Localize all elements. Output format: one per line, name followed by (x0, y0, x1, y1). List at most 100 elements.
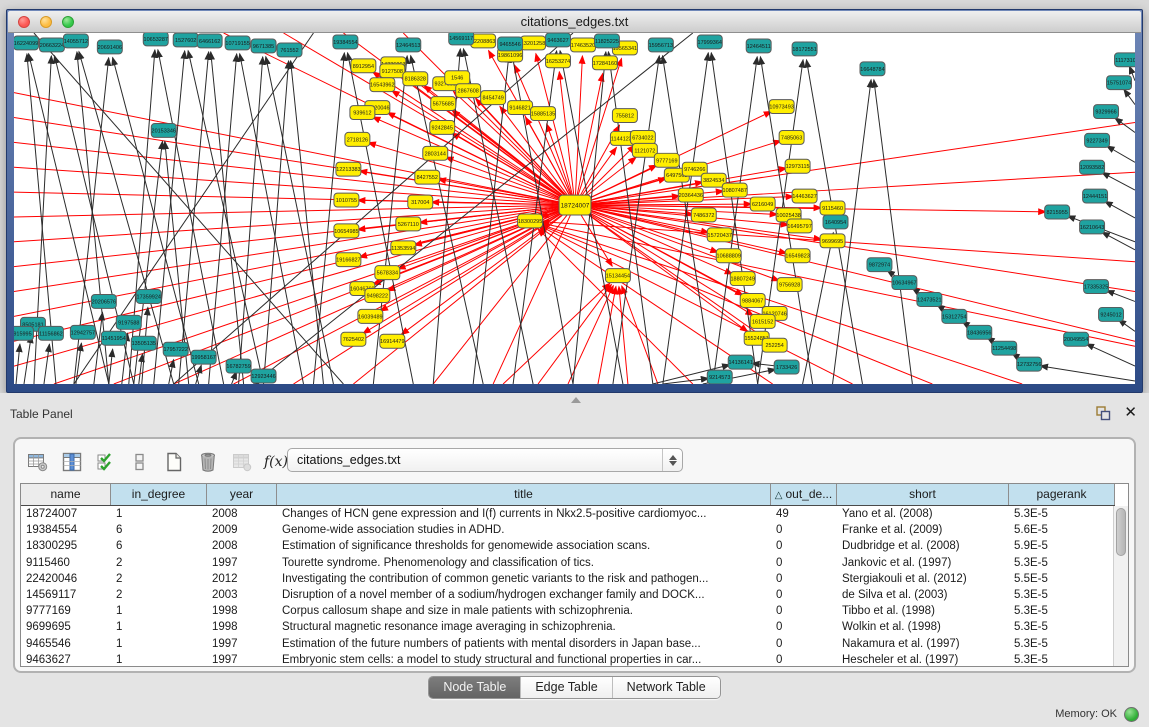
table-cell[interactable]: 0 (771, 619, 837, 635)
table-settings-icon[interactable] (25, 449, 51, 475)
graph-node[interactable]: 18807249 (730, 272, 755, 286)
graph-node[interactable]: 1733426 (774, 360, 799, 374)
graph-node[interactable]: 2803144 (423, 146, 448, 160)
table-cell[interactable]: 5.3E-5 (1009, 555, 1115, 571)
table-row[interactable]: 1872400712008Changes of HCN gene express… (21, 506, 1115, 522)
graph-node[interactable]: 20691406 (97, 40, 122, 54)
graph-node[interactable]: 18724007 (559, 195, 591, 215)
graph-edge[interactable] (503, 283, 610, 384)
table-cell[interactable]: 1997 (207, 652, 277, 667)
import-table-icon[interactable] (229, 449, 255, 475)
graph-node[interactable]: 12464513 (396, 38, 421, 52)
table-cell[interactable]: Yano et al. (2008) (837, 506, 1009, 522)
table-cell[interactable]: 19384554 (21, 522, 111, 538)
graph-node[interactable]: 11156862 (38, 326, 63, 340)
graph-node[interactable]: 1546 (445, 71, 470, 85)
graph-node[interactable]: 6734022 (630, 130, 655, 144)
memory-status-indicator[interactable] (1124, 707, 1139, 722)
table-row[interactable]: 1830029562008Estimation of significance … (21, 538, 1115, 554)
graph-node[interactable]: 14463627 (792, 189, 817, 203)
graph-node[interactable]: 13505135 (131, 336, 156, 350)
graph-node[interactable]: 2718126 (345, 132, 370, 146)
table-cell[interactable]: 9463627 (21, 652, 111, 667)
table-cell[interactable]: Stergiakouli et al. (2012) (837, 571, 1009, 587)
graph-node[interactable]: 17335325 (1084, 280, 1109, 294)
graph-node[interactable]: 7485063 (779, 130, 804, 144)
graph-edge[interactable] (359, 171, 575, 205)
table-cell[interactable]: 2008 (207, 506, 277, 522)
graph-node[interactable]: 12732756 (1017, 357, 1042, 371)
graph-edge[interactable] (1107, 146, 1135, 162)
graph-node[interactable]: 9756928 (777, 278, 802, 292)
graph-node[interactable]: 6216049 (750, 197, 775, 211)
table-cell[interactable]: Estimation of significance thresholds fo… (277, 538, 771, 554)
table-cell[interactable]: 9699695 (21, 619, 111, 635)
table-cell[interactable]: 2 (111, 587, 207, 603)
table-cell[interactable]: Franke et al. (2009) (837, 522, 1009, 538)
graph-node[interactable]: 1121072 (632, 143, 657, 157)
graph-node[interactable]: 9197588 (116, 315, 141, 329)
graph-edge[interactable] (158, 50, 224, 384)
table-row[interactable]: 2242004622012Investigating the contribut… (21, 571, 1115, 587)
graph-node[interactable]: 252254 (762, 338, 787, 352)
table-cell[interactable]: Nakamura et al. (1997) (837, 636, 1009, 652)
graph-node[interactable]: 17359924 (136, 290, 161, 304)
graph-node[interactable]: 17957222 (163, 342, 188, 356)
graph-edge[interactable] (129, 50, 155, 384)
table-cell[interactable]: Dudbridge et al. (2008) (837, 538, 1009, 554)
table-cell[interactable]: Embryonic stem cells: a model to study s… (277, 652, 771, 667)
graph-edge[interactable] (1040, 366, 1135, 381)
graph-node[interactable]: 19384554 (333, 35, 358, 49)
graph-node[interactable]: 12208863 (471, 34, 496, 48)
graph-edge[interactable] (573, 52, 606, 384)
delete-icon[interactable] (195, 449, 221, 475)
graph-node[interactable]: 16253274 (546, 54, 571, 68)
table-cell[interactable]: 1 (111, 652, 207, 667)
table-cell[interactable]: 5.3E-5 (1009, 619, 1115, 635)
graph-node[interactable]: 9242845 (430, 121, 455, 135)
select-rows-icon[interactable] (93, 449, 119, 475)
graph-node[interactable]: 14136141 (728, 355, 753, 369)
table-cell[interactable]: 0 (771, 538, 837, 554)
graph-node[interactable]: 9884067 (740, 294, 765, 308)
table-cell[interactable]: Estimation of the future numbers of pati… (277, 636, 771, 652)
graph-node[interactable]: 9329966 (1094, 105, 1119, 119)
graph-node[interactable]: 6466162 (197, 34, 222, 48)
graph-node[interactable]: 13201258 (521, 36, 546, 50)
graph-edge[interactable] (179, 52, 209, 384)
table-cell[interactable]: 14569117 (21, 587, 111, 603)
table-cell[interactable]: 2012 (207, 571, 277, 587)
table-cell[interactable]: 18300295 (21, 538, 111, 554)
graph-edge[interactable] (240, 54, 304, 384)
graph-node[interactable]: 5678334 (375, 266, 400, 280)
table-row[interactable]: 969969511998Structural magnetic resonanc… (21, 619, 1115, 635)
graph-edge[interactable] (1086, 344, 1135, 366)
graph-node[interactable]: 16782759 (226, 359, 251, 373)
table-cell[interactable]: Corpus callosum shape and size in male p… (277, 603, 771, 619)
graph-edge[interactable] (833, 80, 872, 384)
graph-edge[interactable] (44, 344, 49, 384)
column-header-pagerank[interactable]: pagerank (1009, 484, 1115, 505)
table-cell[interactable]: 1 (111, 506, 207, 522)
table-cell[interactable]: 1 (111, 619, 207, 635)
table-cell[interactable]: 0 (771, 555, 837, 571)
vertical-scrollbar[interactable] (1113, 506, 1128, 666)
graph-node[interactable]: 12942757 (70, 325, 95, 339)
graph-node[interactable]: 15885135 (531, 107, 556, 121)
graph-node[interactable]: 12464511 (746, 39, 771, 53)
graph-edge[interactable] (538, 229, 693, 384)
table-cell[interactable]: de Silva et al. (2003) (837, 587, 1009, 603)
graph-node[interactable]: 12973115 (785, 159, 810, 173)
close-panel-button[interactable]: ✕ (1124, 403, 1137, 421)
graph-node[interactable]: 12473521 (917, 293, 942, 307)
graph-node[interactable]: 10719155 (225, 36, 250, 50)
column-header-in_degree[interactable]: in_degree (111, 484, 207, 505)
graph-node[interactable]: 20153346 (151, 123, 176, 137)
table-cell[interactable]: Investigating the contribution of common… (277, 571, 771, 587)
close-window-button[interactable] (18, 16, 30, 28)
graph-node[interactable]: 17463520 (571, 38, 596, 52)
show-columns-icon[interactable] (59, 449, 85, 475)
table-cell[interactable]: 2 (111, 555, 207, 571)
graph-node[interactable]: 10654985 (334, 224, 359, 238)
table-cell[interactable]: Jankovic et al. (1997) (837, 555, 1009, 571)
